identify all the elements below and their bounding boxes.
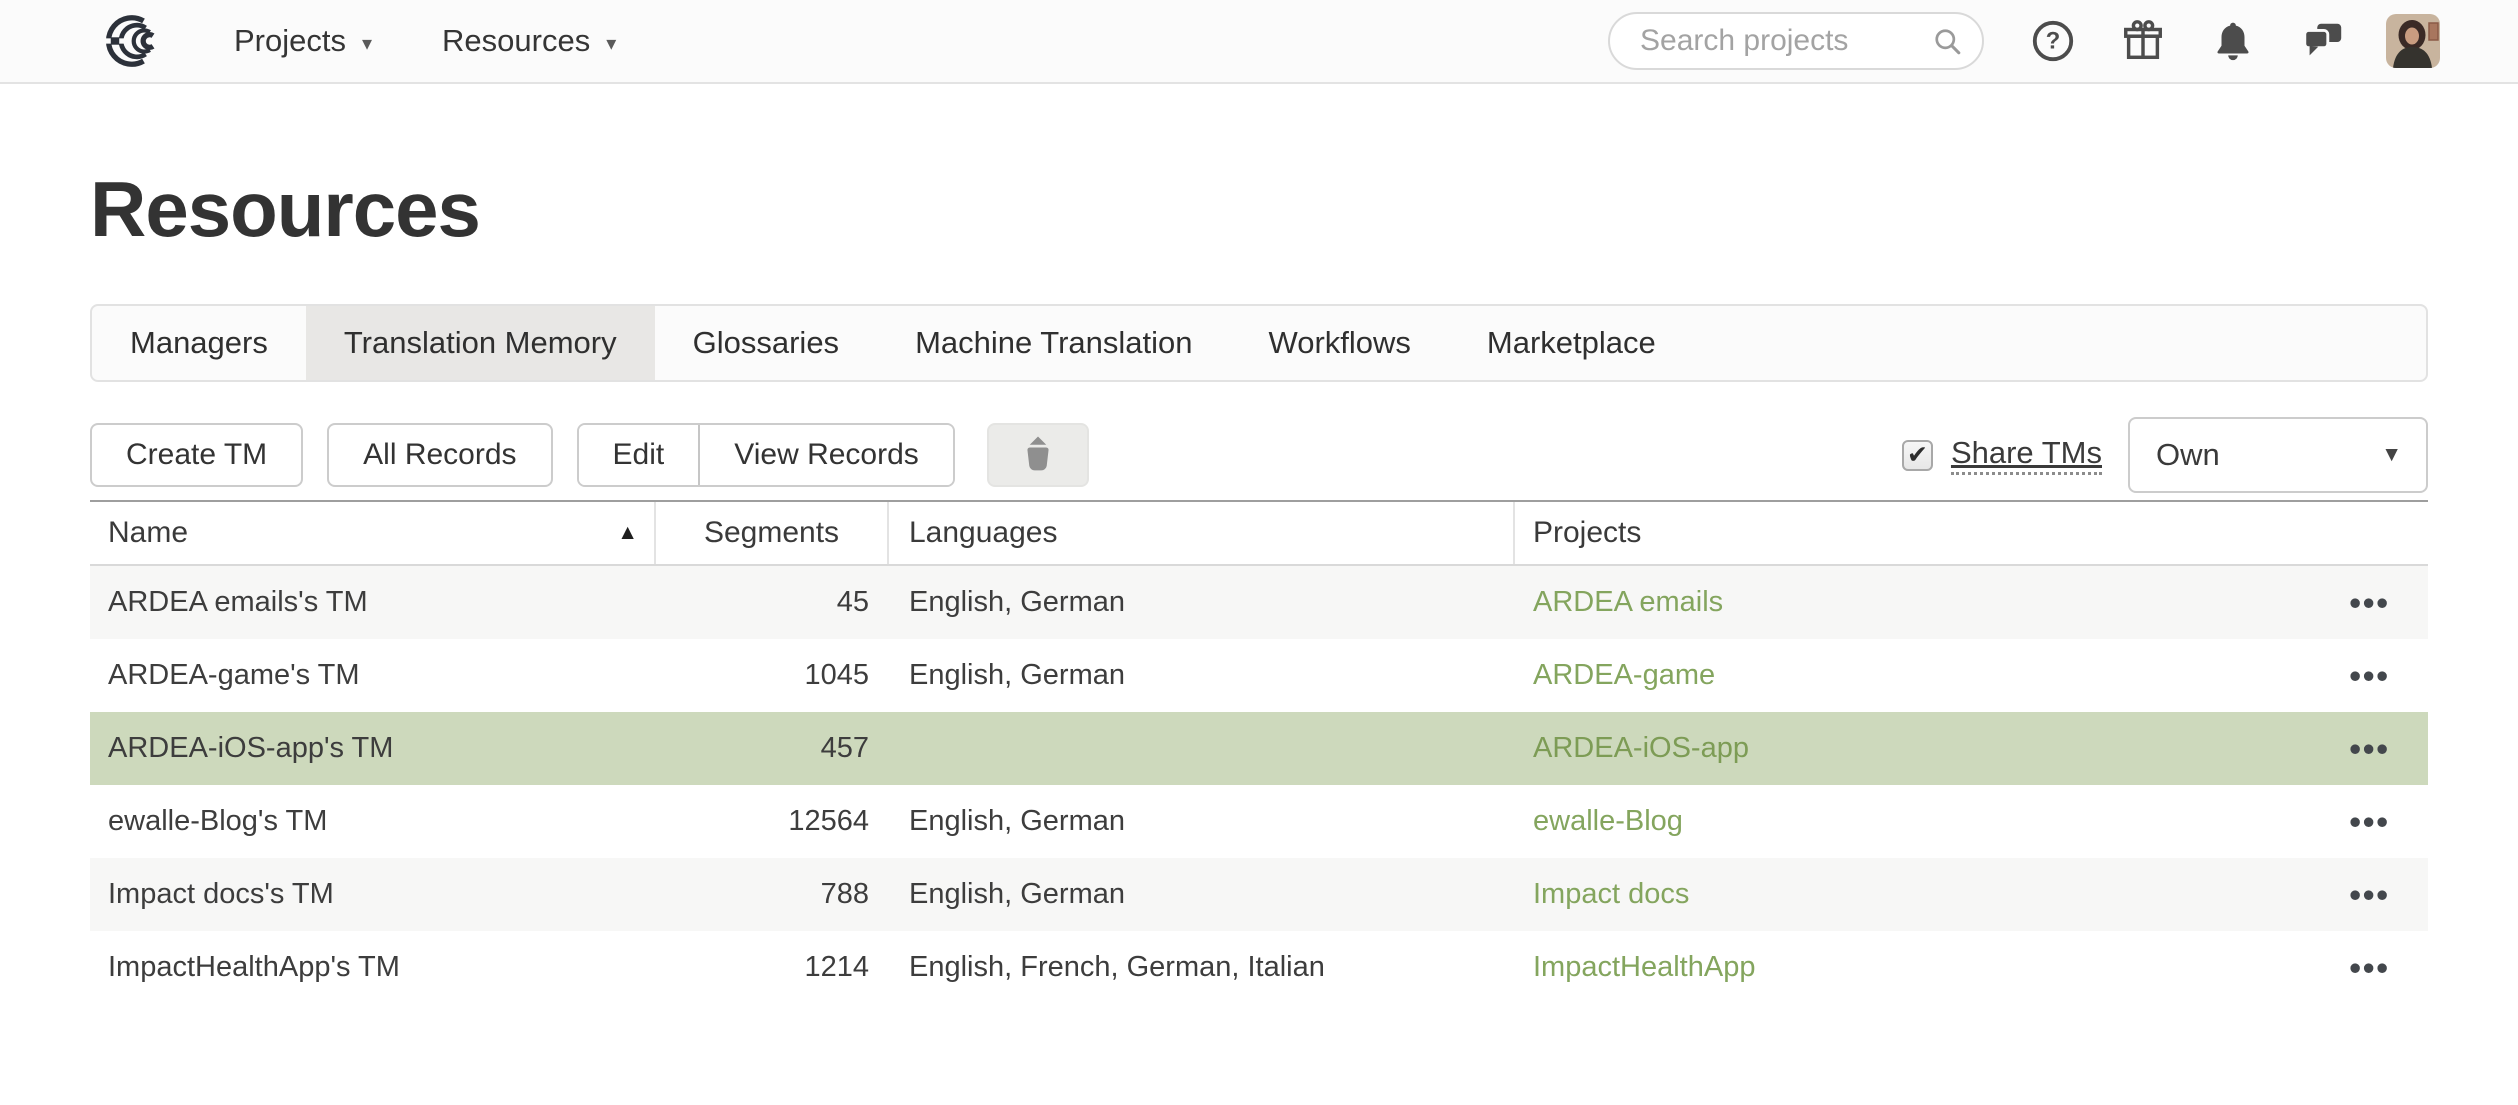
table-row-selected[interactable]: ARDEA-iOS-app's TM 457 ARDEA-iOS-app ••• — [90, 712, 2428, 785]
column-header-segments[interactable]: Segments — [656, 502, 889, 564]
tab-glossaries[interactable]: Glossaries — [655, 306, 877, 380]
row-actions-menu-icon[interactable]: ••• — [2341, 726, 2398, 771]
tm-segments: 788 — [656, 878, 889, 911]
view-records-button[interactable]: View Records — [698, 425, 953, 485]
nav-menu-resources[interactable]: Resources ▾ — [442, 23, 616, 59]
nav-menu-projects[interactable]: Projects ▾ — [234, 23, 372, 59]
notifications-bell-icon[interactable] — [2210, 18, 2256, 64]
tab-marketplace[interactable]: Marketplace — [1449, 306, 1694, 380]
edit-button[interactable]: Edit — [579, 425, 699, 485]
tm-scope-select[interactable]: Own ▼ — [2128, 417, 2428, 493]
tm-projects: ewalle-Blog ••• — [1515, 799, 2428, 844]
table-row[interactable]: ARDEA-game's TM 1045 English, German ARD… — [90, 639, 2428, 712]
project-link[interactable]: ARDEA-iOS-app — [1533, 732, 1749, 765]
edit-view-button-group: Edit View Records — [577, 423, 955, 487]
table-row[interactable]: ImpactHealthApp's TM 1214 English, Frenc… — [90, 931, 2428, 1004]
project-link[interactable]: ImpactHealthApp — [1533, 951, 1755, 984]
row-actions-menu-icon[interactable]: ••• — [2341, 580, 2398, 625]
tm-segments: 1214 — [656, 951, 889, 984]
tm-name: ARDEA-game's TM — [90, 659, 656, 692]
tm-languages: English, German — [889, 805, 1515, 838]
tm-projects: ARDEA-game ••• — [1515, 653, 2428, 698]
project-search — [1608, 12, 1984, 70]
tm-languages: English, German — [889, 586, 1515, 619]
table-row[interactable]: ARDEA emails's TM 45 English, German ARD… — [90, 566, 2428, 639]
page-title: Resources — [90, 170, 2428, 248]
tm-projects: ARDEA emails ••• — [1515, 580, 2428, 625]
share-tms-label[interactable]: Share TMs — [1951, 435, 2102, 475]
trash-icon — [1016, 431, 1060, 480]
user-avatar[interactable] — [2386, 14, 2440, 68]
row-actions-menu-icon[interactable]: ••• — [2341, 799, 2398, 844]
tm-table-header: Name ▲ Segments Languages Projects — [90, 500, 2428, 566]
chevron-down-icon: ▾ — [362, 27, 372, 56]
row-actions-menu-icon[interactable]: ••• — [2341, 872, 2398, 917]
tm-segments: 45 — [656, 586, 889, 619]
project-link[interactable]: ARDEA-game — [1533, 659, 1715, 692]
project-link[interactable]: ewalle-Blog — [1533, 805, 1683, 838]
select-arrow-icon: ▼ — [2381, 443, 2402, 467]
row-actions-menu-icon[interactable]: ••• — [2341, 653, 2398, 698]
tm-languages: English, French, German, Italian — [889, 951, 1515, 984]
tm-languages: English, German — [889, 659, 1515, 692]
tm-name: ARDEA-iOS-app's TM — [90, 732, 656, 765]
project-link[interactable]: ARDEA emails — [1533, 586, 1723, 619]
table-row[interactable]: ewalle-Blog's TM 12564 English, German e… — [90, 785, 2428, 858]
main-content: Resources Managers Translation Memory Gl… — [0, 170, 2518, 1004]
navbar-icon-group: ? — [2030, 18, 2346, 64]
tm-projects: Impact docs ••• — [1515, 872, 2428, 917]
nav-menu-resources-label: Resources — [442, 23, 590, 59]
column-header-name[interactable]: Name ▲ — [90, 502, 656, 564]
tm-languages: English, German — [889, 878, 1515, 911]
tm-name: Impact docs's TM — [90, 878, 656, 911]
delete-tm-button[interactable] — [987, 423, 1089, 487]
search-icon — [1930, 24, 1966, 65]
help-icon[interactable]: ? — [2030, 18, 2076, 64]
column-header-languages[interactable]: Languages — [889, 502, 1515, 564]
tm-projects: ARDEA-iOS-app ••• — [1515, 726, 2428, 771]
top-navbar: Projects ▾ Resources ▾ ? — [0, 0, 2518, 84]
all-records-button[interactable]: All Records — [327, 423, 552, 487]
tm-segments: 12564 — [656, 805, 889, 838]
messages-icon[interactable] — [2300, 18, 2346, 64]
nav-menu-projects-label: Projects — [234, 23, 346, 59]
tm-name: ARDEA emails's TM — [90, 586, 656, 619]
tm-projects: ImpactHealthApp ••• — [1515, 945, 2428, 990]
tab-workflows[interactable]: Workflows — [1231, 306, 1449, 380]
tm-toolbar: Create TM All Records Edit View Records … — [90, 416, 2428, 494]
tab-translation-memory[interactable]: Translation Memory — [306, 306, 655, 380]
share-tms-checkbox[interactable]: ✔ — [1902, 440, 1933, 471]
tab-managers[interactable]: Managers — [92, 306, 306, 380]
sort-asc-icon: ▲ — [617, 521, 638, 545]
tm-table-body: ARDEA emails's TM 45 English, German ARD… — [90, 566, 2428, 1004]
toolbar-right-group: ✔ Share TMs Own ▼ — [1902, 417, 2428, 493]
project-link[interactable]: Impact docs — [1533, 878, 1689, 911]
resources-tabbar: Managers Translation Memory Glossaries M… — [90, 304, 2428, 382]
search-input[interactable] — [1608, 12, 1984, 70]
row-actions-menu-icon[interactable]: ••• — [2341, 945, 2398, 990]
main-nav: Projects ▾ Resources ▾ — [234, 23, 616, 59]
tab-machine-translation[interactable]: Machine Translation — [877, 306, 1230, 380]
tm-segments: 457 — [656, 732, 889, 765]
gift-icon[interactable] — [2120, 18, 2166, 64]
tm-scope-selected-value: Own — [2156, 437, 2220, 473]
checkmark-icon: ✔ — [1907, 440, 1928, 470]
create-tm-button[interactable]: Create TM — [90, 423, 303, 487]
tm-table: Name ▲ Segments Languages Projects ARDEA… — [90, 500, 2428, 1004]
tm-segments: 1045 — [656, 659, 889, 692]
tm-name: ewalle-Blog's TM — [90, 805, 656, 838]
tm-name: ImpactHealthApp's TM — [90, 951, 656, 984]
chevron-down-icon: ▾ — [606, 27, 616, 56]
svg-text:?: ? — [2046, 28, 2061, 55]
table-row[interactable]: Impact docs's TM 788 English, German Imp… — [90, 858, 2428, 931]
column-header-projects[interactable]: Projects — [1515, 502, 2428, 564]
app-logo-icon[interactable] — [96, 13, 172, 69]
